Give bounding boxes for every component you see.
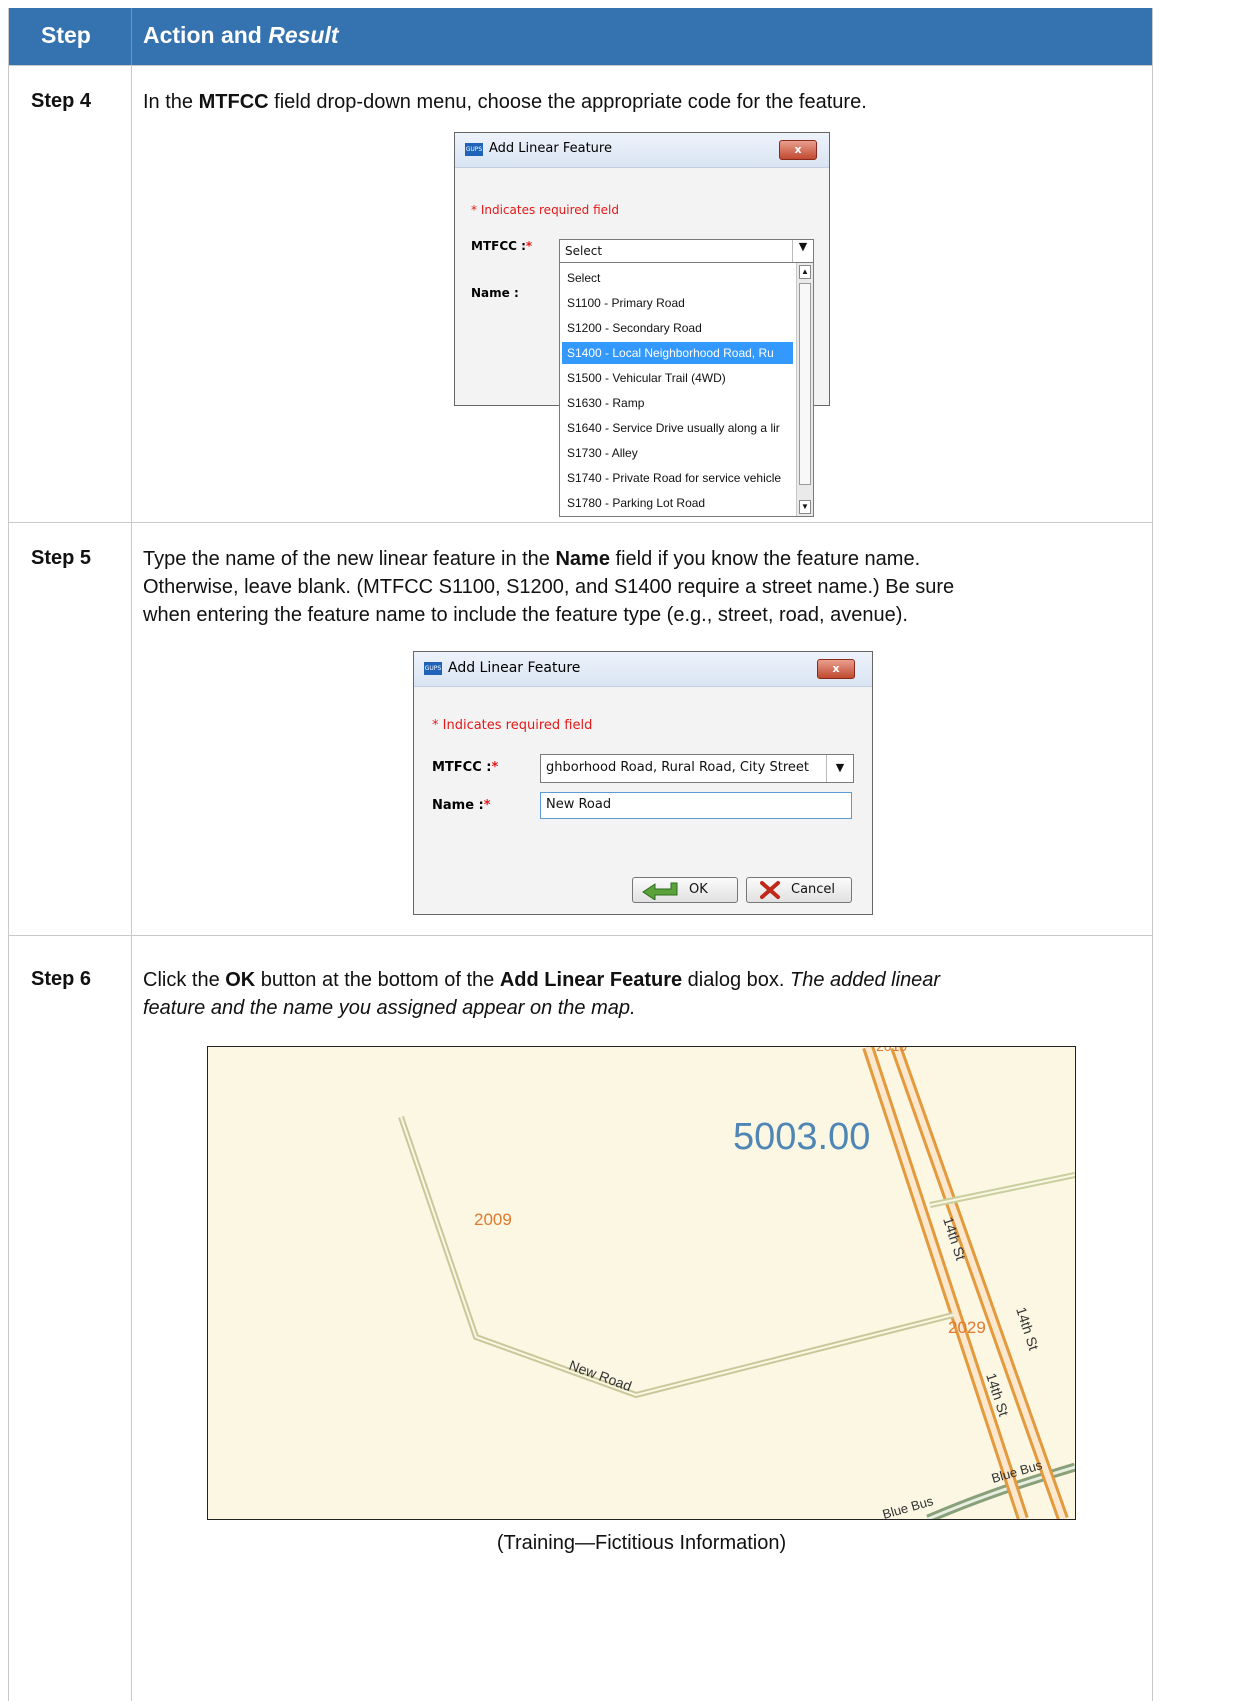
dropdown-option[interactable]: S1630 - Ramp	[562, 392, 793, 414]
row-divider	[9, 522, 1152, 523]
close-button[interactable]: x	[817, 659, 855, 679]
header-action: Action and Result	[143, 22, 339, 48]
row-divider	[9, 935, 1152, 936]
mtfcc-label: MTFCC :*	[471, 239, 533, 253]
map-caption: (Training—Fictitious Information)	[496, 1532, 787, 1554]
mtfcc-dropdown-list[interactable]: Select S1100 - Primary Road S1200 - Second…	[559, 262, 814, 517]
step-6-label: Step 6	[31, 968, 92, 990]
map-graphic: 5003.00 2009 2029 2019 New Road 14th St …	[208, 1047, 1075, 1519]
step-4-text: In the MTFCC field drop-down menu, choos…	[143, 91, 867, 113]
dialog-titlebar: GUPS Add Linear Feature x	[455, 133, 829, 168]
dropdown-option[interactable]: S1400 - Local Neighborhood Road, Ru	[562, 342, 793, 364]
name-label: Name :*	[432, 798, 491, 813]
required-note: * Indicates required field	[471, 203, 620, 217]
map-view[interactable]: 5003.00 2009 2029 2019 New Road 14th St …	[207, 1046, 1076, 1520]
name-input[interactable]: New Road	[540, 792, 852, 819]
cancel-x-icon	[760, 881, 780, 899]
name-label: Name :	[471, 286, 519, 300]
scroll-down-icon[interactable]: ▼	[799, 500, 811, 514]
dropdown-option[interactable]: S1740 - Private Road for service vehicle	[562, 467, 793, 489]
dialog-titlebar: GUPS Add Linear Feature x	[414, 652, 872, 687]
required-note: * Indicates required field	[432, 718, 593, 733]
step-5-text: Type the name of the new linear feature …	[143, 548, 955, 626]
tract-label: 5003.00	[733, 1116, 870, 1158]
enter-arrow-icon	[642, 882, 678, 900]
app-logo-icon: GUPS	[465, 143, 483, 156]
step-4-label: Step 4	[31, 90, 92, 112]
dropdown-option[interactable]: S1730 - Alley	[562, 442, 793, 464]
dialog-title: Add Linear Feature	[489, 141, 612, 156]
step-5-label: Step 5	[31, 547, 92, 569]
chevron-down-icon[interactable]: ▼	[792, 240, 813, 264]
dropdown-option[interactable]: S1780 - Parking Lot Road	[562, 492, 793, 514]
column-divider	[131, 65, 132, 1701]
step-6-text: Click the OK button at the bottom of the…	[143, 969, 941, 1019]
cancel-button[interactable]: Cancel	[746, 877, 852, 903]
dropdown-option[interactable]: S1640 - Service Drive usually along a li…	[562, 417, 793, 439]
app-logo-icon: GUPS	[424, 662, 442, 675]
mtfcc-select[interactable]: ghborhood Road, Rural Road, City Street …	[540, 754, 854, 783]
header-step: Step	[41, 22, 91, 48]
chevron-down-icon[interactable]: ▼	[826, 755, 853, 782]
dropdown-option[interactable]: S1200 - Secondary Road	[562, 317, 793, 339]
mtfcc-label: MTFCC :*	[432, 760, 499, 775]
block-label-top: 2019	[876, 1047, 907, 1054]
header-divider	[131, 8, 132, 65]
dropdown-option[interactable]: Select	[562, 267, 793, 289]
dropdown-option[interactable]: S1100 - Primary Road	[562, 292, 793, 314]
row-divider	[9, 65, 1152, 66]
close-button[interactable]: x	[779, 140, 817, 160]
dialog-title: Add Linear Feature	[448, 660, 581, 676]
ok-button[interactable]: OK	[632, 877, 738, 903]
scroll-thumb[interactable]	[799, 283, 811, 485]
block-label-2009: 2009	[474, 1210, 512, 1229]
dropdown-scrollbar[interactable]: ▲ ▼	[796, 263, 813, 516]
block-label-2029: 2029	[948, 1318, 986, 1337]
add-linear-feature-dialog-filled: GUPS Add Linear Feature x * Indicates re…	[413, 651, 873, 915]
dropdown-option[interactable]: S1500 - Vehicular Trail (4WD)	[562, 367, 793, 389]
table-header: Step Action and Result	[9, 8, 1152, 65]
scroll-up-icon[interactable]: ▲	[799, 265, 811, 279]
